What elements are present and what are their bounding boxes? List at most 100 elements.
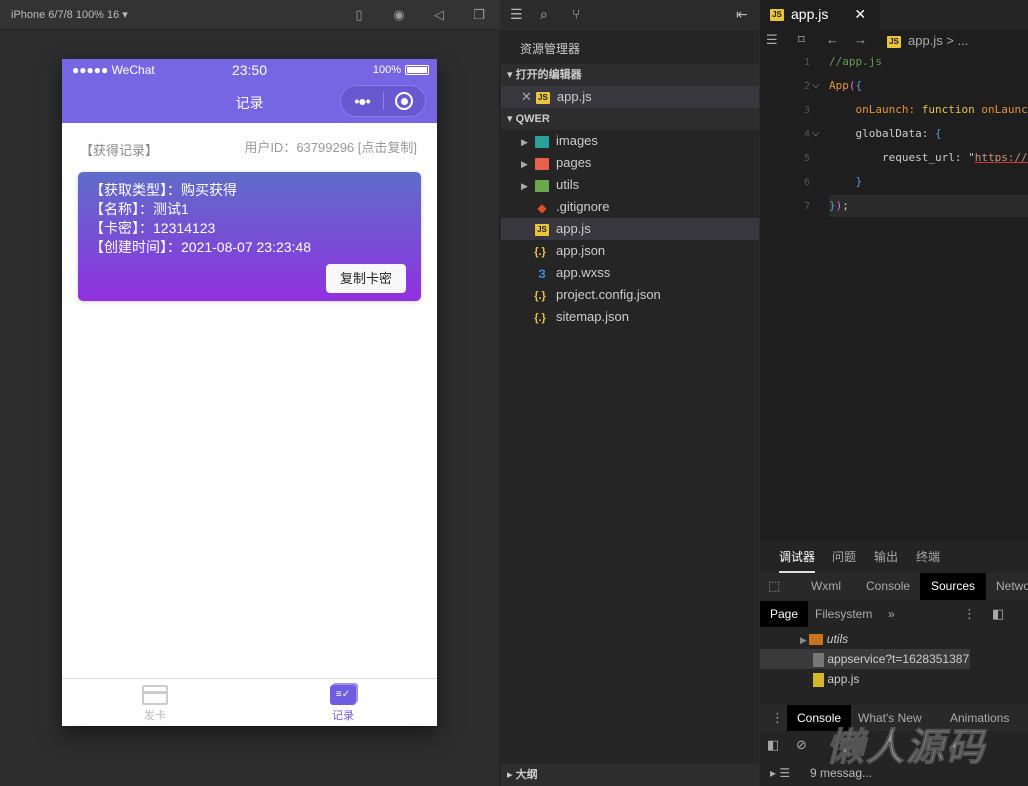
- tree-item-app-js[interactable]: app.js: [760, 669, 970, 689]
- phone-icon[interactable]: ▯: [351, 7, 367, 23]
- list-check-icon: ≡✓: [330, 685, 356, 705]
- tab-issue-card[interactable]: 发卡: [125, 685, 185, 723]
- tab-console[interactable]: Console: [856, 573, 920, 599]
- tab-output[interactable]: 输出: [874, 548, 898, 565]
- js-file-icon: JS: [887, 35, 901, 48]
- record-type: 【获取类型】：购买获得: [90, 182, 237, 198]
- bookmark-icon[interactable]: ⌑: [798, 32, 805, 48]
- collapse-panel-icon[interactable]: ⇤: [736, 6, 748, 23]
- line-number: 7: [803, 201, 810, 212]
- section-label: 打开的编辑器: [515, 69, 582, 81]
- code-token: {: [855, 79, 863, 92]
- tree-item-utils[interactable]: ▶ utils: [760, 629, 970, 649]
- code-line[interactable]: request_url: "https://: [829, 151, 1028, 164]
- tab-terminal[interactable]: 终端: [916, 548, 940, 565]
- tab-wxml[interactable]: Wxml: [801, 573, 851, 599]
- tab-records[interactable]: ≡✓ 记录: [313, 685, 373, 723]
- code-line[interactable]: globalData: {: [829, 127, 942, 140]
- tab-sources[interactable]: Sources: [920, 573, 987, 600]
- code-token: function: [921, 103, 982, 116]
- file-icon: [813, 652, 824, 667]
- js-file-icon: JS: [535, 91, 550, 104]
- code-token: {: [934, 127, 942, 140]
- code-line[interactable]: App({: [829, 79, 862, 92]
- tab-network[interactable]: Netwo: [986, 573, 1028, 599]
- sidebar-toggle-icon[interactable]: ◧: [767, 737, 779, 753]
- folder-icon: [535, 179, 549, 192]
- forward-arrow-icon[interactable]: →: [854, 32, 867, 47]
- code-token: ;: [842, 199, 849, 212]
- close-icon[interactable]: ✕: [521, 89, 532, 104]
- record-created: 【创建时间】：2021-08-07 23:23:48: [90, 239, 311, 255]
- tab-debugger[interactable]: 调试器: [779, 548, 816, 573]
- tree-item-appservice[interactable]: appservice?t=1628351387: [760, 649, 970, 669]
- project-section[interactable]: ▾ QWER: [501, 108, 759, 130]
- file-gitignore[interactable]: ◆ .gitignore: [501, 196, 759, 218]
- folder-name: utils: [556, 177, 580, 192]
- code-line[interactable]: });: [829, 199, 849, 212]
- close-icon[interactable]: ✕: [854, 6, 866, 22]
- tree-label: utils: [826, 632, 849, 646]
- toggle-sidebar-icon[interactable]: ◧: [992, 606, 1004, 622]
- search-icon[interactable]: ⌕: [540, 6, 548, 23]
- record-key: 【卡密】：12314123: [90, 220, 216, 236]
- back-arrow-icon[interactable]: ←: [826, 32, 839, 47]
- outline-section[interactable]: ▸ 大纲: [501, 764, 759, 786]
- message-list-icon[interactable]: ▸ ☰: [770, 766, 790, 780]
- close-miniprogram-button[interactable]: [384, 92, 425, 110]
- copy-user-id-link[interactable]: 用户ID：63799296 [点击复制]: [244, 137, 417, 156]
- fold-chevron-icon[interactable]: ⌵: [812, 128, 820, 139]
- breadcrumb: ☰ ⌑ ← → JS app.js > ...: [760, 30, 1028, 52]
- folder-pages[interactable]: ▶ pages: [501, 152, 759, 174]
- tab-page[interactable]: Page: [760, 601, 809, 627]
- sound-icon[interactable]: ◁: [431, 7, 447, 23]
- line-number: 1: [803, 57, 810, 68]
- copy-key-button[interactable]: 复制卡密: [326, 264, 406, 293]
- code-token: //app.js: [829, 55, 882, 68]
- editor-tab-app-js[interactable]: JS app.js ✕: [760, 0, 880, 30]
- file-project-config[interactable]: {.} project.config.json: [501, 284, 759, 306]
- fold-chevron-icon[interactable]: ⌵: [812, 80, 820, 91]
- breadcrumb-path[interactable]: app.js > ...: [908, 33, 968, 48]
- inspect-icon[interactable]: ⬚: [768, 578, 780, 594]
- folder-images[interactable]: ▶ images: [501, 130, 759, 152]
- window-icon[interactable]: ❐: [471, 7, 487, 23]
- outline-icon[interactable]: ☰: [766, 32, 778, 48]
- folder-utils[interactable]: ▶ utils: [501, 174, 759, 196]
- tab-problems[interactable]: 问题: [832, 548, 856, 565]
- explorer-icon[interactable]: ☰: [510, 6, 523, 23]
- json-icon: {.}: [534, 245, 546, 258]
- git-icon: ◆: [537, 200, 547, 215]
- explorer-title: 资源管理器: [520, 42, 581, 56]
- record-icon[interactable]: ◉: [391, 7, 407, 23]
- file-app-json[interactable]: {.} app.json: [501, 240, 759, 262]
- file-app-js[interactable]: JS app.js: [501, 218, 759, 240]
- line-number: 6: [803, 177, 810, 188]
- tab-filesystem[interactable]: Filesystem: [805, 601, 882, 627]
- line-number: 4: [803, 129, 810, 140]
- menu-dots-icon[interactable]: ⋮: [963, 606, 976, 622]
- code-token: }: [855, 175, 863, 188]
- js-file-icon: [813, 672, 824, 687]
- file-app-wxss[interactable]: Зapp.wxss: [501, 262, 759, 284]
- device-selector[interactable]: iPhone 6/7/8 100% 16 ▾: [11, 8, 128, 21]
- code-line[interactable]: onLaunch: function onLaunch: [829, 103, 1028, 116]
- drawer-menu-icon[interactable]: ⋮: [771, 710, 784, 726]
- file-sitemap[interactable]: {.} sitemap.json: [501, 306, 759, 328]
- explorer-panel: ☰ ⌕ ⑂ ⇤ 资源管理器 ▾ 打开的编辑器 ✕ JS app.js ▾ QWER …: [501, 0, 759, 786]
- code-token: }: [829, 199, 836, 212]
- code-line[interactable]: }: [829, 175, 863, 188]
- more-button[interactable]: •●•: [341, 93, 383, 109]
- section-label: 大纲: [515, 769, 538, 781]
- code-line[interactable]: //app.js: [829, 55, 882, 68]
- code-token: App: [829, 79, 849, 92]
- open-editors-section[interactable]: ▾ 打开的编辑器: [501, 64, 759, 86]
- line-number: 5: [803, 153, 810, 164]
- source-control-icon[interactable]: ⑂: [572, 6, 580, 22]
- more-tabs-button[interactable]: »: [878, 601, 905, 627]
- open-editor-item[interactable]: ✕ JS app.js: [501, 86, 759, 108]
- clear-console-icon[interactable]: ⊘: [796, 737, 807, 753]
- file-name: app.js: [556, 89, 592, 104]
- tab-label: 发卡: [144, 710, 166, 722]
